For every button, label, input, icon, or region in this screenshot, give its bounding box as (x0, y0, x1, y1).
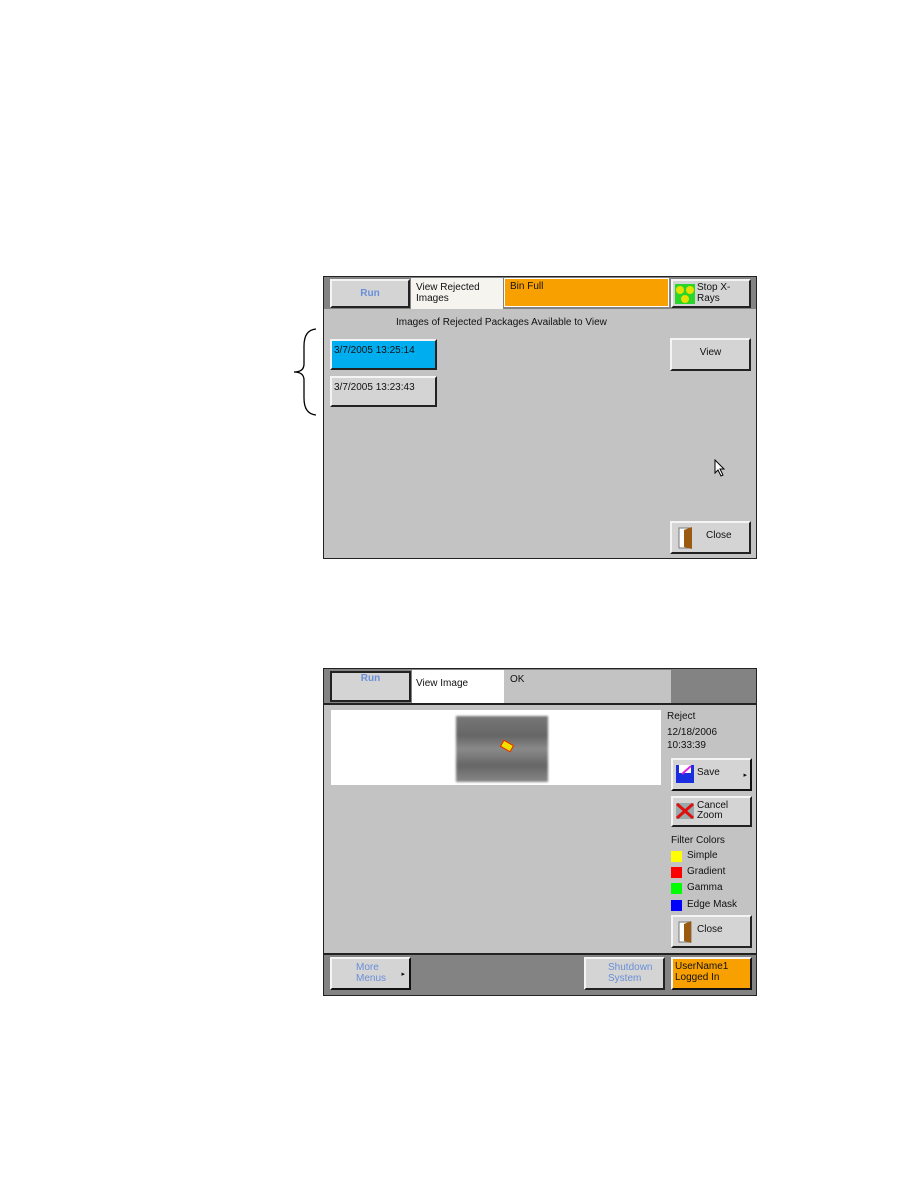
tab-view-rejected-images[interactable]: View Rejected Images (411, 278, 503, 309)
reject-label: Reject (667, 711, 696, 722)
cancel-zoom-button[interactable]: Cancel Zoom (671, 796, 752, 827)
door-icon (678, 921, 692, 943)
user-status[interactable]: UserName1 Logged In (671, 957, 752, 990)
close-button[interactable]: Close (670, 521, 751, 554)
filter-edge-mask: Edge Mask (687, 899, 738, 910)
save-label: Save (697, 767, 720, 778)
package-xray (456, 716, 548, 782)
bracket-brace (293, 328, 317, 416)
run-button[interactable]: Run (330, 671, 411, 702)
run-label: Run (360, 673, 381, 684)
tab-view-image[interactable]: View Image (412, 670, 504, 704)
list-heading: Images of Rejected Packages Available to… (396, 317, 607, 328)
list-item-selected[interactable]: 3/7/2005 13:25:14 (330, 339, 437, 370)
swatch-gamma (671, 883, 682, 894)
reject-time: 10:33:39 (667, 740, 706, 751)
shutdown-button[interactable]: Shutdown System (584, 957, 665, 990)
filter-colors-title: Filter Colors (671, 835, 725, 846)
run-label: Run (360, 288, 380, 299)
tab-label: View Image (416, 678, 469, 689)
divider (324, 703, 756, 705)
mouse-cursor-icon (714, 459, 726, 477)
run-button[interactable]: Run (330, 279, 410, 308)
list-item[interactable]: 3/7/2005 13:23:43 (330, 376, 437, 407)
close-label: Close (706, 530, 732, 541)
status-label: OK (510, 674, 525, 685)
item-label: 3/7/2005 13:23:43 (334, 382, 415, 393)
close-button[interactable]: Close (671, 915, 752, 948)
cancel-zoom-label: Cancel Zoom (697, 800, 729, 821)
manual-page: Run View Rejected Images Bin Full Stop X… (0, 0, 918, 1188)
status-ok: OK (504, 670, 671, 704)
view-rejected-images-screen: Run View Rejected Images Bin Full Stop X… (323, 276, 757, 559)
save-button[interactable]: Save ▸ (671, 758, 752, 791)
radiation-icon (675, 284, 695, 304)
username: UserName1 (675, 961, 729, 972)
stop-xrays-button[interactable]: Stop X-Rays (671, 279, 751, 308)
status-bin-full: Bin Full (504, 278, 669, 307)
xray-image[interactable] (331, 710, 661, 785)
view-image-screen: Run View Image OK Reject 12/18/2006 10:3… (323, 668, 757, 996)
shutdown-label: Shutdown System (608, 962, 653, 984)
door-icon (678, 527, 692, 549)
reject-date: 12/18/2006 (667, 727, 718, 738)
cancel-x-icon (676, 802, 694, 820)
swatch-gradient (671, 867, 682, 878)
close-label: Close (697, 924, 723, 935)
filter-gamma: Gamma (687, 882, 723, 893)
floppy-save-icon (676, 765, 694, 783)
submenu-arrow-icon: ▸ (743, 772, 747, 779)
swatch-simple (671, 851, 682, 862)
more-menus-button[interactable]: More Menus ▸ (330, 957, 411, 990)
view-label: View (699, 347, 722, 358)
swatch-edge-mask (671, 900, 682, 911)
item-label: 3/7/2005 13:25:14 (334, 345, 415, 356)
status-label: Bin Full (510, 281, 544, 292)
stop-xrays-label: Stop X-Rays (697, 282, 731, 304)
submenu-arrow-icon: ▸ (401, 971, 405, 978)
tab-label: View Rejected Images (416, 282, 480, 304)
filter-gradient: Gradient (687, 866, 726, 877)
logged-in-label: Logged In (675, 972, 720, 983)
filter-simple: Simple (687, 850, 718, 861)
view-button[interactable]: View (670, 338, 751, 371)
more-menus-label: More Menus (356, 962, 387, 984)
